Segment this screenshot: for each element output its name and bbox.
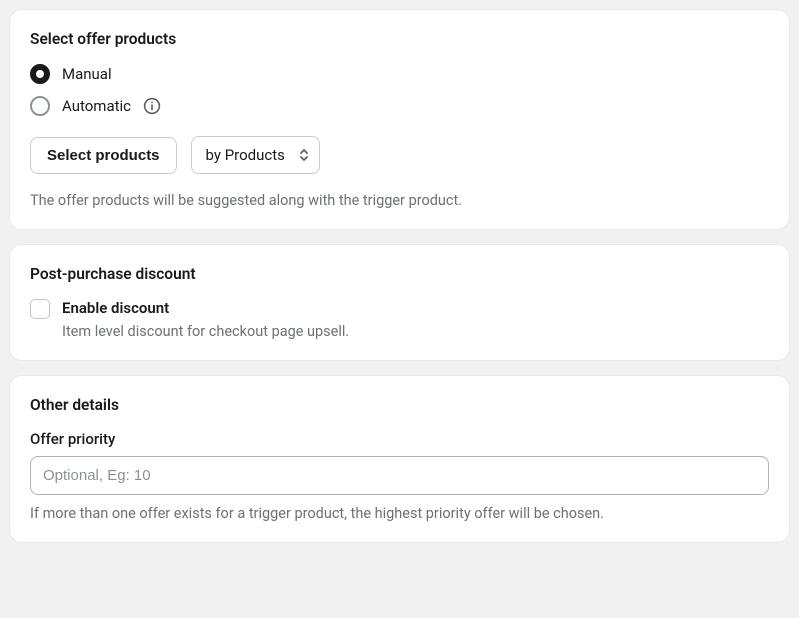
radio-manual-label: Manual	[62, 65, 112, 83]
enable-discount-block: Enable discount Item level discount for …	[30, 299, 769, 340]
radio-unselected-icon	[30, 96, 50, 116]
post-purchase-card: Post-purchase discount Enable discount I…	[10, 245, 789, 360]
enable-discount-checkbox[interactable]	[30, 299, 50, 319]
radio-manual[interactable]: Manual	[30, 64, 769, 84]
other-details-title: Other details	[30, 396, 769, 414]
by-products-select[interactable]: by Products	[191, 136, 320, 174]
post-purchase-title: Post-purchase discount	[30, 265, 769, 283]
radio-automatic-label: Automatic	[62, 97, 131, 115]
product-select-row: Select products by Products	[30, 136, 769, 174]
radio-selected-icon	[30, 64, 50, 84]
enable-discount-sub: Item level discount for checkout page up…	[62, 323, 349, 340]
info-icon[interactable]	[143, 97, 161, 115]
offer-products-card: Select offer products Manual Automatic S…	[10, 10, 789, 229]
offer-priority-label: Offer priority	[30, 430, 769, 448]
select-products-button[interactable]: Select products	[30, 137, 177, 174]
offer-products-radio-group: Manual Automatic	[30, 64, 769, 116]
offer-products-help: The offer products will be suggested alo…	[30, 192, 769, 209]
by-products-select-value: by Products	[206, 146, 285, 164]
other-details-card: Other details Offer priority If more tha…	[10, 376, 789, 542]
enable-discount-texts: Enable discount Item level discount for …	[62, 299, 349, 340]
offer-priority-input[interactable]	[30, 456, 769, 495]
offer-priority-help: If more than one offer exists for a trig…	[30, 505, 769, 522]
radio-automatic[interactable]: Automatic	[30, 96, 769, 116]
enable-discount-label: Enable discount	[62, 299, 349, 317]
select-caret-icon	[299, 148, 309, 162]
offer-products-title: Select offer products	[30, 30, 769, 48]
